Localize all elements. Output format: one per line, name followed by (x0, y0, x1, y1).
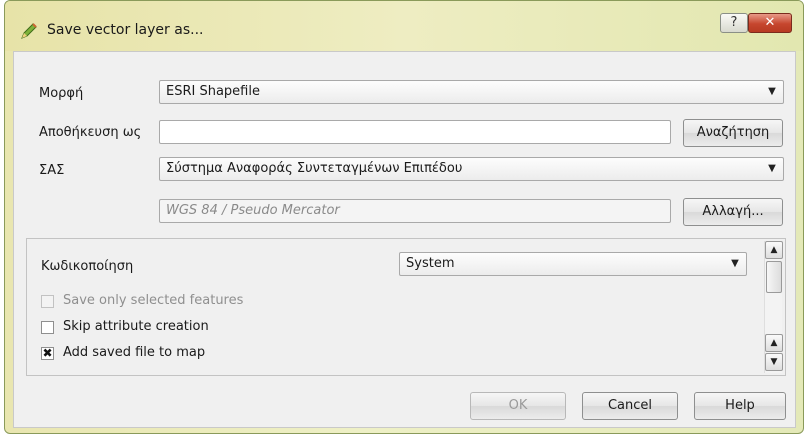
ok-button[interactable]: OK (470, 392, 566, 420)
format-select-value: ESRI Shapefile (166, 84, 260, 99)
format-select[interactable]: ESRI Shapefile ▼ (159, 80, 784, 104)
crs-label: ΣΑΣ (39, 163, 65, 178)
skip-attributes-label: Skip attribute creation (63, 319, 209, 334)
crs-select-value: Σύστημα Αναφοράς Συντεταγμένων Επιπέδου (166, 161, 463, 176)
scrollbar-thumb[interactable] (766, 261, 782, 293)
help-button[interactable]: Help (694, 392, 786, 420)
chevron-down-icon: ▼ (731, 258, 739, 269)
save-as-input[interactable] (159, 120, 671, 144)
chevron-down-icon: ▼ (768, 163, 776, 174)
encoding-select-value: System (406, 256, 455, 271)
add-to-map-checkbox[interactable]: ✖ (41, 347, 54, 360)
checkmark-icon: ✖ (42, 346, 53, 360)
encoding-select[interactable]: System ▼ (399, 252, 747, 276)
add-to-map-label: Add saved file to map (63, 345, 206, 360)
cancel-button[interactable]: Cancel (582, 392, 678, 420)
close-button[interactable]: ✕ (748, 13, 792, 33)
crs-select[interactable]: Σύστημα Αναφοράς Συντεταγμένων Επιπέδου … (159, 157, 784, 181)
options-scrollbar[interactable]: ▲ ▲ ▼ (764, 241, 783, 373)
browse-button[interactable]: Αναζήτηση (683, 119, 783, 147)
save-selected-label: Save only selected features (63, 293, 244, 308)
encoding-label: Κωδικοποίηση (41, 259, 134, 274)
window-title: Save vector layer as... (47, 22, 204, 38)
save-vector-layer-dialog: Save vector layer as... ? ✕ Μορφή ESRI S… (4, 0, 804, 434)
save-as-label: Αποθήκευση ως (39, 125, 142, 140)
scroll-up-icon[interactable]: ▲ (765, 241, 783, 259)
scroll-up-icon[interactable]: ▲ (765, 334, 783, 352)
context-help-button[interactable]: ? (720, 13, 748, 33)
change-crs-button[interactable]: Αλλαγή... (683, 198, 783, 226)
save-selected-checkbox[interactable] (41, 295, 54, 308)
crs-name-field: WGS 84 / Pseudo Mercator (159, 199, 671, 223)
chevron-down-icon: ▼ (768, 86, 776, 97)
format-label: Μορφή (39, 86, 84, 101)
title-bar[interactable]: Save vector layer as... ? ✕ (5, 1, 803, 51)
scroll-down-icon[interactable]: ▼ (765, 353, 783, 371)
dialog-body: Μορφή ESRI Shapefile ▼ Αποθήκευση ως Ανα… (13, 51, 796, 428)
options-panel: Κωδικοποίηση System ▼ Save only selected… (26, 238, 786, 376)
skip-attributes-checkbox[interactable] (41, 321, 54, 334)
qgis-pencil-icon (21, 23, 37, 39)
